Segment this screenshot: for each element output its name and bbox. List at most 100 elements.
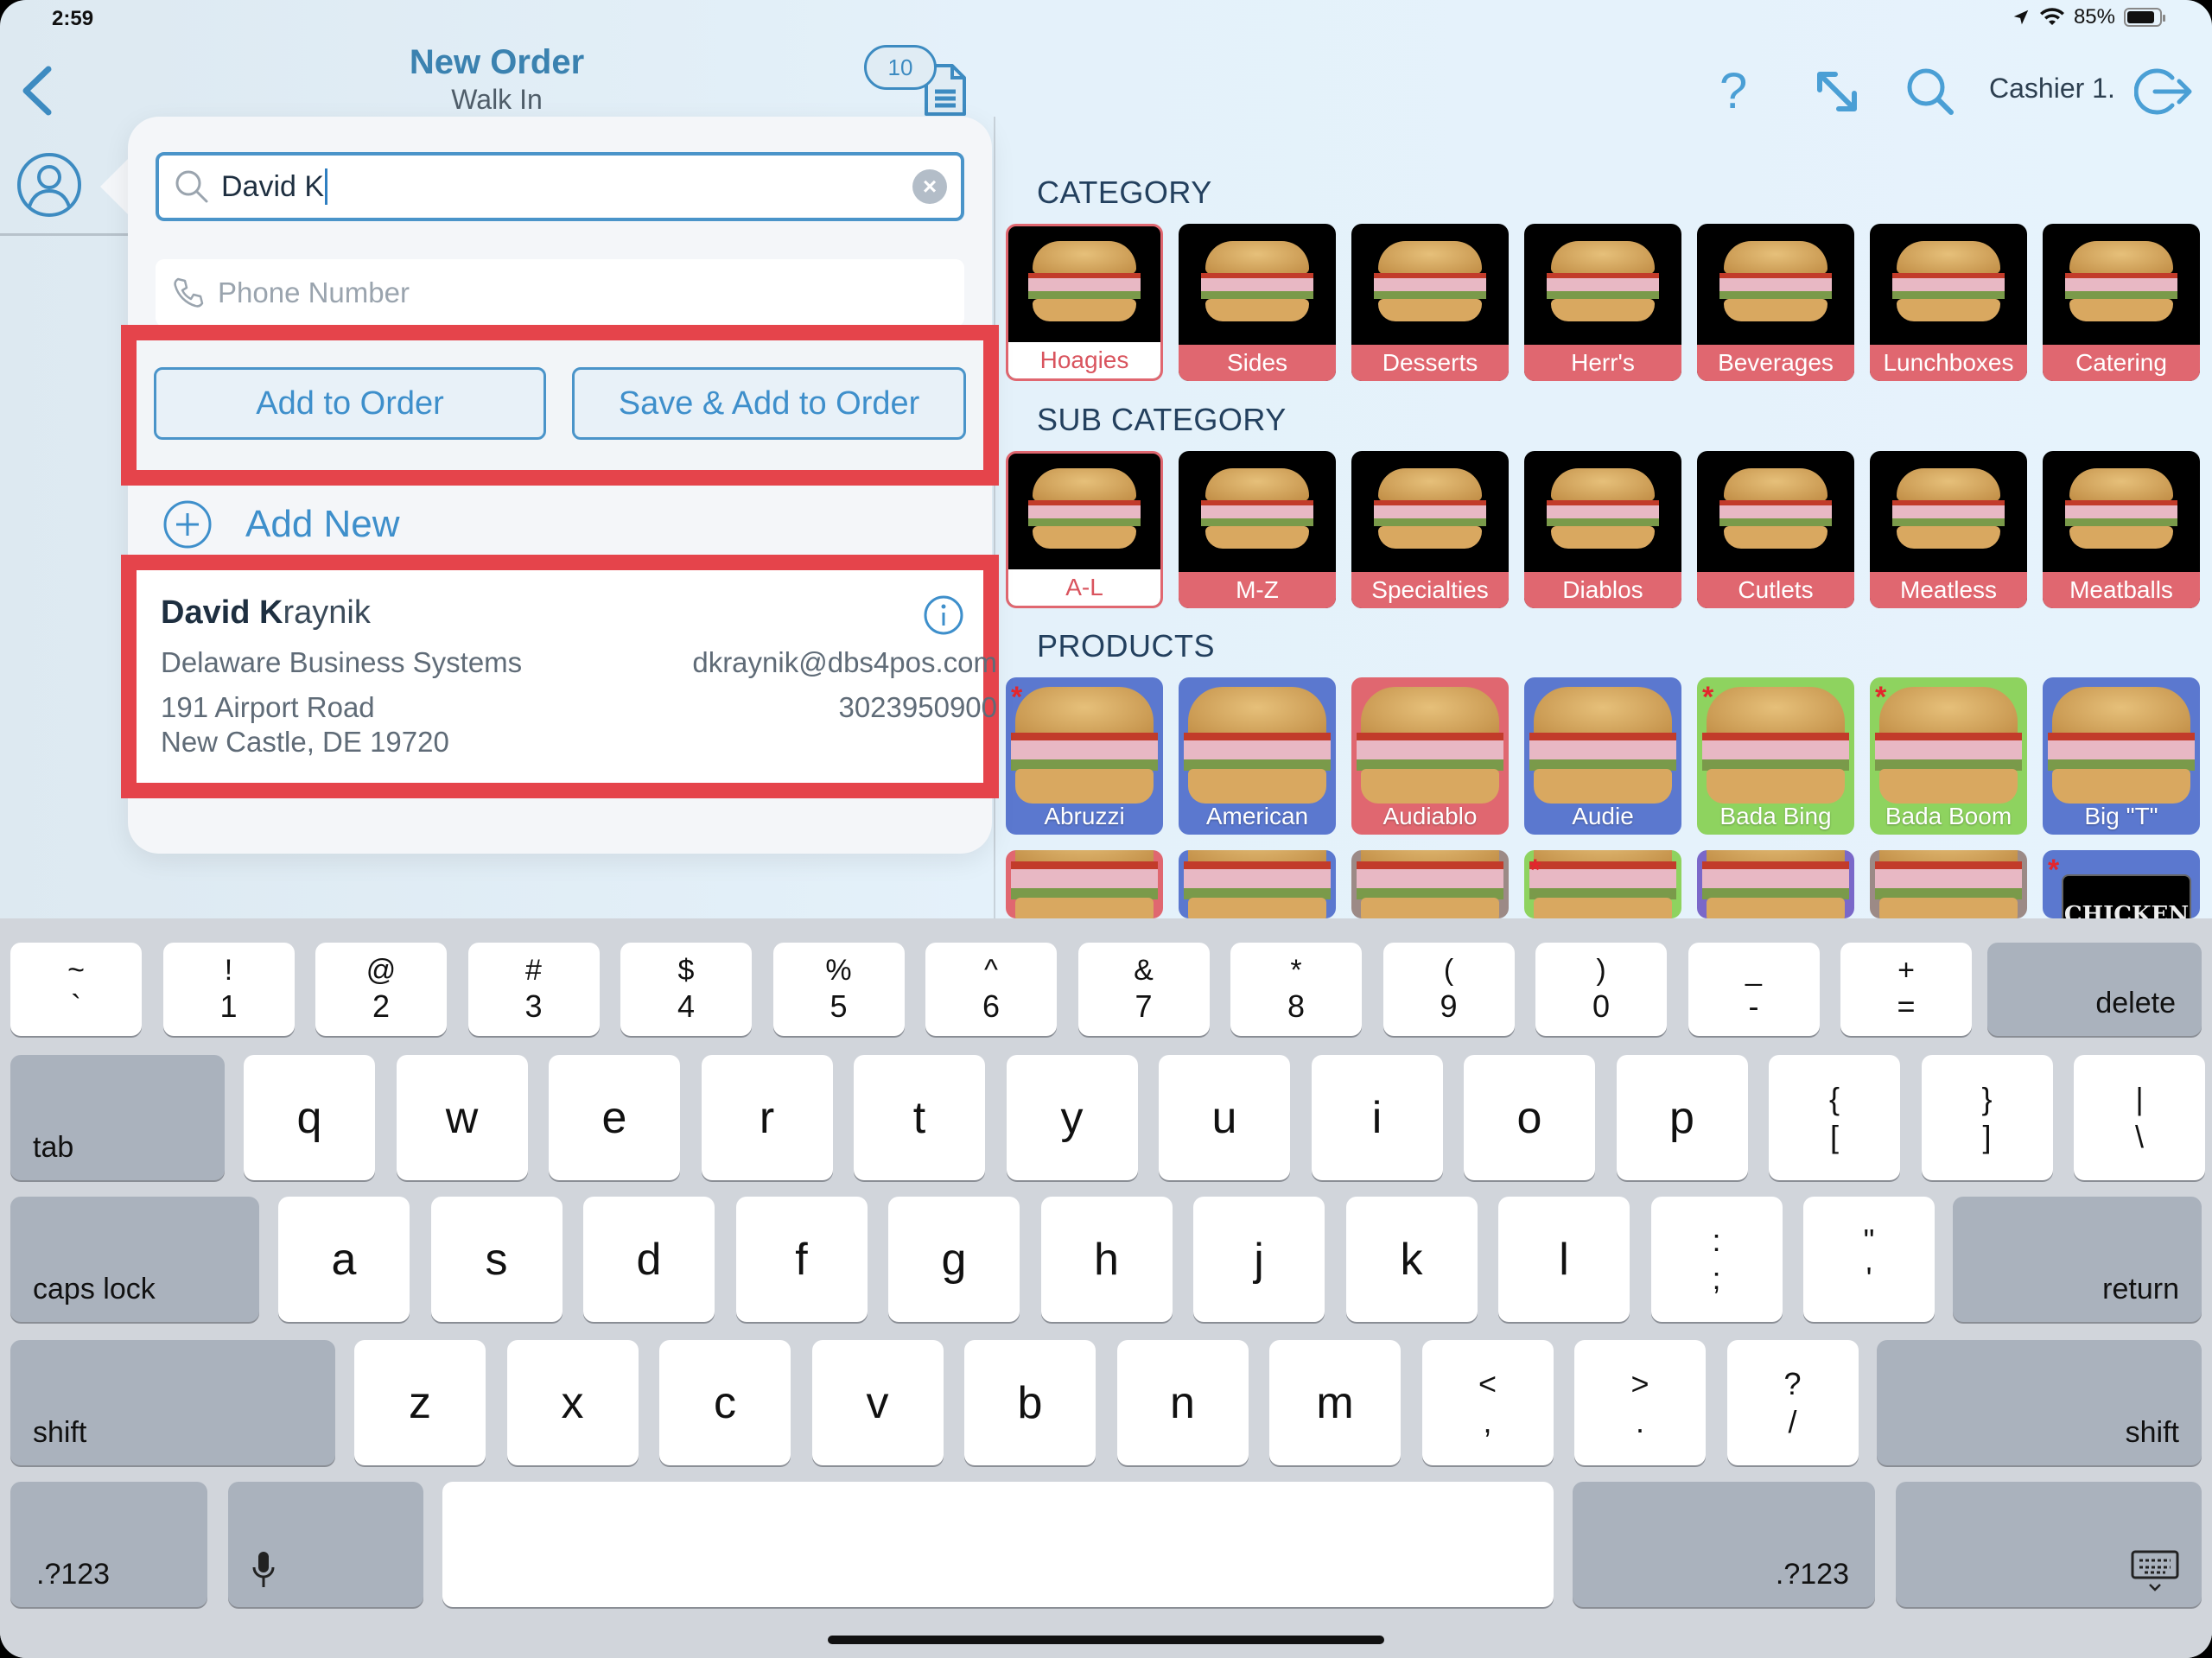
key-q[interactable]: q <box>244 1055 375 1180</box>
key-n[interactable]: n <box>1116 1340 1249 1465</box>
key--[interactable]: _ - <box>1688 943 1820 1036</box>
key-u[interactable]: u <box>1159 1055 1290 1180</box>
key-j[interactable]: j <box>1193 1197 1325 1322</box>
save-and-add-to-order-button[interactable]: Save & Add to Order <box>572 367 966 440</box>
product-tile[interactable]: * Bada Bing <box>1697 677 1854 835</box>
category-tile[interactable]: Sides <box>1179 224 1336 381</box>
key-9[interactable]: (9 <box>1382 943 1515 1036</box>
logout-icon[interactable] <box>2134 66 2193 118</box>
numbers-left-key[interactable]: .?123 <box>10 1482 207 1607</box>
key-w[interactable]: w <box>396 1055 528 1180</box>
key-/[interactable]: ? / <box>1726 1340 1859 1465</box>
key-v[interactable]: v <box>811 1340 944 1465</box>
product-tile[interactable] <box>1006 850 1163 918</box>
expand-icon[interactable] <box>1813 67 1861 116</box>
order-type[interactable]: Walk In <box>302 84 691 116</box>
key-5[interactable]: % 5 <box>772 943 905 1036</box>
sub-category-tile[interactable]: Cutlets <box>1697 451 1854 608</box>
category-tile[interactable]: Desserts <box>1351 224 1509 381</box>
key-`[interactable]: ~ ` <box>10 943 142 1036</box>
add-to-order-button[interactable]: Add to Order <box>154 367 546 440</box>
key-a[interactable]: a <box>278 1197 410 1322</box>
key-][interactable]: }] <box>1921 1055 2053 1180</box>
key-6[interactable]: ^ 6 <box>925 943 1057 1036</box>
back-icon[interactable] <box>16 62 59 119</box>
customer-name[interactable]: David Kraynik <box>161 594 371 632</box>
shift-left-key[interactable]: shift <box>10 1340 335 1465</box>
category-tile[interactable]: Beverages <box>1697 224 1854 381</box>
key-[[interactable]: {[ <box>1769 1055 1900 1180</box>
key-s[interactable]: s <box>430 1197 563 1322</box>
product-tile[interactable]: American <box>1179 677 1336 835</box>
key-1[interactable]: ! 1 <box>162 943 295 1036</box>
key-r[interactable]: r <box>701 1055 833 1180</box>
key-b[interactable]: b <box>964 1340 1096 1465</box>
sub-category-tile[interactable]: Meatless <box>1870 451 2027 608</box>
key-.[interactable]: >. <box>1574 1340 1706 1465</box>
sub-category-tile[interactable]: M-Z <box>1179 451 1336 608</box>
key-p[interactable]: p <box>1616 1055 1748 1180</box>
key-4[interactable]: $4 <box>620 943 752 1036</box>
return-key[interactable]: return <box>1953 1197 2202 1322</box>
product-tile[interactable]: * Abruzzi <box>1006 677 1163 835</box>
space-key[interactable] <box>442 1482 1554 1607</box>
add-new-customer-button[interactable]: Add New <box>162 499 400 549</box>
numbers-right-key[interactable]: .?123 <box>1573 1482 1875 1607</box>
cashier-name[interactable]: Cashier 1. <box>1989 73 2115 105</box>
delete-key[interactable]: delete <box>1987 943 2202 1036</box>
product-tile[interactable] <box>1179 850 1336 918</box>
sub-category-tile[interactable]: Diablos <box>1524 451 1681 608</box>
product-tile[interactable]: * <box>1524 850 1681 918</box>
key-m[interactable]: m <box>1269 1340 1401 1465</box>
key-0[interactable]: ) 0 <box>1535 943 1667 1036</box>
key-=[interactable]: + = <box>1840 943 1972 1036</box>
key-g[interactable]: g <box>888 1197 1020 1322</box>
hide-keyboard-key[interactable] <box>1896 1482 2202 1607</box>
key-o[interactable]: o <box>1464 1055 1595 1180</box>
key-z[interactable]: z <box>354 1340 486 1465</box>
key-;[interactable]: :; <box>1650 1197 1783 1322</box>
clear-search-icon[interactable]: × <box>912 169 947 204</box>
sub-category-tile[interactable]: A-L <box>1006 451 1163 608</box>
key-e[interactable]: e <box>549 1055 680 1180</box>
help-icon[interactable]: ? <box>1719 62 1747 120</box>
key-'[interactable]: " ' <box>1803 1197 1935 1322</box>
product-tile[interactable]: CHICKEN * <box>2043 850 2200 918</box>
customer-profile-icon[interactable] <box>16 151 83 219</box>
category-tile[interactable]: Hoagies <box>1006 224 1163 381</box>
key-l[interactable]: l <box>1498 1197 1630 1322</box>
category-tile[interactable]: Herr's <box>1524 224 1681 381</box>
product-tile[interactable] <box>1697 850 1854 918</box>
key-8[interactable]: * 8 <box>1230 943 1362 1036</box>
key-d[interactable]: d <box>583 1197 715 1322</box>
category-tile[interactable]: Lunchboxes <box>1870 224 2027 381</box>
product-tile[interactable]: Audiablo <box>1351 677 1509 835</box>
key-c[interactable]: c <box>659 1340 791 1465</box>
sub-category-tile[interactable]: Specialties <box>1351 451 1509 608</box>
caps-lock-key[interactable]: caps lock <box>10 1197 259 1322</box>
key-f[interactable]: f <box>735 1197 868 1322</box>
key-i[interactable]: i <box>1311 1055 1443 1180</box>
key-y[interactable]: y <box>1006 1055 1138 1180</box>
product-tile[interactable]: Big "T" <box>2043 677 2200 835</box>
product-tile[interactable] <box>1870 850 2027 918</box>
key-3[interactable]: #3 <box>467 943 600 1036</box>
key-h[interactable]: h <box>1040 1197 1173 1322</box>
key-t[interactable]: t <box>854 1055 985 1180</box>
product-tile[interactable] <box>1351 850 1509 918</box>
key-7[interactable]: & 7 <box>1077 943 1210 1036</box>
category-tile[interactable]: Catering <box>2043 224 2200 381</box>
product-tile[interactable]: * Bada Boom <box>1870 677 2027 835</box>
key-,[interactable]: <, <box>1421 1340 1554 1465</box>
shift-right-key[interactable]: shift <box>1877 1340 2202 1465</box>
key-\[interactable]: | \ <box>2074 1055 2205 1180</box>
phone-number-input[interactable]: Phone Number <box>156 259 964 327</box>
tab-key[interactable]: tab <box>10 1055 225 1180</box>
sub-category-tile[interactable]: Meatballs <box>2043 451 2200 608</box>
info-icon[interactable] <box>923 594 964 636</box>
key-2[interactable]: @2 <box>315 943 447 1036</box>
search-icon[interactable] <box>1904 66 1956 118</box>
dictation-key[interactable] <box>228 1482 423 1607</box>
key-k[interactable]: k <box>1345 1197 1478 1322</box>
product-tile[interactable]: Audie <box>1524 677 1681 835</box>
